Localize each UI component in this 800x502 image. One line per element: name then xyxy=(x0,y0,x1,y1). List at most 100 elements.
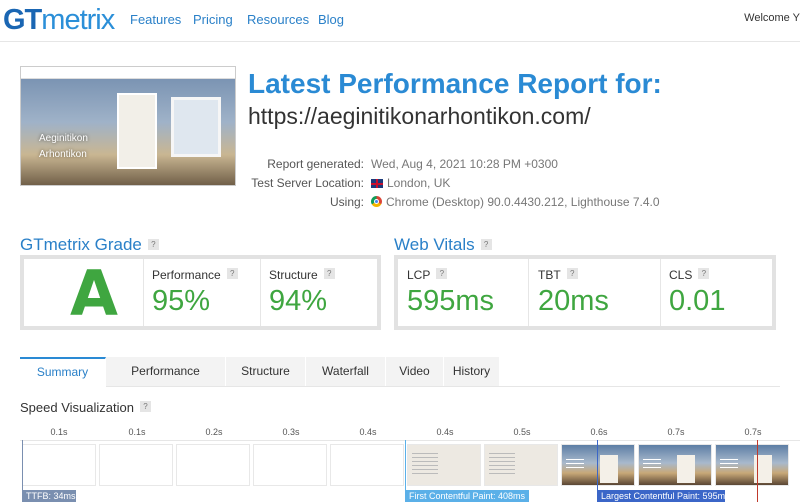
frame-time-label: 0.7s xyxy=(744,427,762,437)
frame-door-shape xyxy=(600,455,618,483)
lcp-marker: Largest Contentful Paint: 595ms xyxy=(597,490,725,502)
web-vitals-card: LCP? 595ms TBT? 20ms CLS? 0.01 xyxy=(394,255,776,330)
frame-door-shape xyxy=(677,455,695,483)
structure-score-label: Structure? xyxy=(269,268,335,282)
thumbnail-caption-line-1: Aeginitikon xyxy=(39,133,88,144)
tab-performance[interactable]: Performance xyxy=(106,357,226,386)
ttfb-marker: TTFB: 34ms xyxy=(22,490,76,502)
top-nav: GTmetrix Features Pricing Resources Blog… xyxy=(0,0,800,42)
gtmetrix-logo[interactable]: GTmetrix xyxy=(3,4,115,36)
frame-time-label: 0.4s xyxy=(436,427,454,437)
tab-history[interactable]: History xyxy=(444,357,500,386)
report-title: Latest Performance Report for: xyxy=(248,68,662,99)
thumbnail-caption-line-2: Arhontikon xyxy=(39,149,87,160)
frame-time-label: 0.6s xyxy=(590,427,608,437)
tab-video[interactable]: Video xyxy=(386,357,444,386)
using-label: Using: xyxy=(329,195,364,209)
structure-help-icon[interactable]: ? xyxy=(323,268,335,279)
frame-time-label: 0.2s xyxy=(205,427,223,437)
frame-time-label: 0.5s xyxy=(513,427,531,437)
tab-waterfall[interactable]: Waterfall xyxy=(306,357,386,386)
frame-text-lines xyxy=(643,459,661,469)
thumbnail-site-header xyxy=(21,67,235,79)
logo-gt: GT xyxy=(3,4,42,36)
speed-visualization-heading: Speed Visualization? xyxy=(20,400,151,415)
performance-help-icon[interactable]: ? xyxy=(226,268,238,279)
tbt-label: TBT? xyxy=(538,268,578,282)
lcp-value: 595ms xyxy=(407,285,495,317)
uk-flag-icon xyxy=(371,179,383,188)
nav-resources-link[interactable]: Resources xyxy=(247,12,309,27)
filmstrip-frame[interactable] xyxy=(253,444,327,486)
grade-letter: A xyxy=(70,257,118,330)
thumbnail-door xyxy=(117,93,157,169)
filmstrip-frame[interactable] xyxy=(99,444,173,486)
tbt-value: 20ms xyxy=(538,285,609,317)
report-tabs: Summary Performance Structure Waterfall … xyxy=(20,357,780,387)
chrome-icon xyxy=(371,196,382,207)
server-location-text: London, UK xyxy=(387,176,451,190)
filmstrip-frame[interactable] xyxy=(638,444,712,486)
using-value: Chrome (Desktop) 90.0.4430.212, Lighthou… xyxy=(371,195,660,209)
report-generated-label: Report generated: xyxy=(267,157,364,171)
cls-value: 0.01 xyxy=(669,285,726,317)
filmstrip-frame[interactable] xyxy=(176,444,250,486)
nav-blog-link[interactable]: Blog xyxy=(318,12,344,27)
report-generated-value: Wed, Aug 4, 2021 10:28 PM +0300 xyxy=(371,157,558,171)
frame-text-lines xyxy=(412,453,438,477)
grade-divider xyxy=(143,259,144,326)
web-vitals-heading: Web Vitals? xyxy=(394,235,492,255)
vitals-divider-2 xyxy=(660,259,661,326)
tbt-help-icon[interactable]: ? xyxy=(566,268,578,279)
lcp-label: LCP? xyxy=(407,268,448,282)
frame-text-lines xyxy=(489,453,515,477)
gtmetrix-grade-heading: GTmetrix Grade? xyxy=(20,235,159,255)
gtmetrix-grade-title: GTmetrix Grade xyxy=(20,235,142,254)
filmstrip-frame[interactable] xyxy=(484,444,558,486)
nav-pricing-link[interactable]: Pricing xyxy=(193,12,233,27)
frame-time-label: 0.7s xyxy=(667,427,685,437)
fcp-marker: First Contentful Paint: 408ms xyxy=(405,490,529,502)
web-vitals-help-icon[interactable]: ? xyxy=(480,239,492,250)
frame-time-label: 0.4s xyxy=(359,427,377,437)
structure-score-value: 94% xyxy=(269,285,328,317)
score-divider xyxy=(260,259,261,326)
structure-score-label-text: Structure xyxy=(269,268,318,282)
speed-visualization-help-icon[interactable]: ? xyxy=(139,401,151,412)
filmstrip-frame[interactable] xyxy=(22,444,96,486)
performance-score-value: 95% xyxy=(152,285,211,317)
tbt-label-text: TBT xyxy=(538,268,561,282)
web-vitals-title: Web Vitals xyxy=(394,235,475,254)
frame-time-label: 0.1s xyxy=(50,427,68,437)
frame-time-label: 0.3s xyxy=(282,427,300,437)
performance-score-label: Performance? xyxy=(152,268,238,282)
tab-summary[interactable]: Summary xyxy=(20,357,106,387)
cls-help-icon[interactable]: ? xyxy=(698,268,710,279)
report-url-link[interactable]: https://aeginitikonarhontikon.com/ xyxy=(248,103,591,130)
onload-line xyxy=(757,440,758,502)
server-location-value: London, UK xyxy=(371,176,450,190)
thumbnail-caption: Aeginitikon Arhontikon xyxy=(39,131,88,163)
frame-text-lines xyxy=(566,459,584,469)
filmstrip-frame[interactable] xyxy=(715,444,789,486)
lcp-label-text: LCP xyxy=(407,268,431,282)
logo-metrix: metrix xyxy=(41,4,115,36)
speed-visualization-title: Speed Visualization xyxy=(20,400,134,415)
filmstrip-frame[interactable] xyxy=(330,444,404,486)
lcp-help-icon[interactable]: ? xyxy=(436,268,448,279)
cls-label-text: CLS xyxy=(669,268,693,282)
nav-features-link[interactable]: Features xyxy=(130,12,181,27)
vitals-divider-1 xyxy=(528,259,529,326)
frame-text-lines xyxy=(720,459,738,469)
filmstrip-frame[interactable] xyxy=(407,444,481,486)
performance-score-label-text: Performance xyxy=(152,268,221,282)
cls-label: CLS? xyxy=(669,268,710,282)
using-text: Chrome (Desktop) 90.0.4430.212, Lighthou… xyxy=(386,195,660,209)
server-location-label: Test Server Location: xyxy=(251,176,364,190)
welcome-user-menu[interactable]: Welcome Y xyxy=(744,12,800,24)
tab-structure[interactable]: Structure xyxy=(226,357,306,386)
thumbnail-window xyxy=(171,97,221,157)
gtmetrix-grade-card: A Performance? 95% Structure? 94% xyxy=(20,255,381,330)
grade-help-icon[interactable]: ? xyxy=(147,239,159,250)
filmstrip-frame[interactable] xyxy=(561,444,635,486)
